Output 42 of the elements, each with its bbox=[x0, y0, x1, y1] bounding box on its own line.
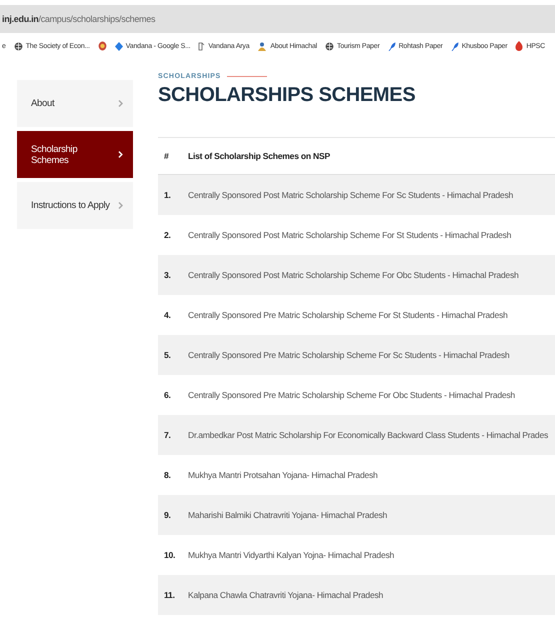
sidebar-item[interactable]: Scholarship Schemes bbox=[17, 131, 133, 178]
globe-icon bbox=[325, 42, 334, 50]
column-header: List of Scholarship Schemes on NSP bbox=[188, 151, 330, 161]
page-title: SCHOLARSHIPS SCHEMES bbox=[158, 84, 416, 107]
person-icon bbox=[257, 42, 268, 50]
row-number: 3. bbox=[163, 270, 172, 280]
row-number: 4. bbox=[163, 310, 172, 320]
scheme-link[interactable]: Centrally Sponsored Pre Matric Scholarship Scheme For Sc Students - Himachal Pradesh bbox=[188, 350, 510, 360]
scheme-link[interactable]: Centrally Sponsored Pre Matric Scholarship Scheme For Obc Students - Himachal Pradesh bbox=[188, 390, 515, 400]
row-number: 10. bbox=[163, 550, 176, 560]
flame-icon bbox=[515, 41, 524, 51]
scheme-link[interactable]: Mukhya Mantri Vidyarthi Kalyan Yojna- Himachal Pradesh bbox=[188, 550, 394, 560]
feather-icon bbox=[450, 42, 459, 50]
row-number: 7. bbox=[163, 430, 172, 440]
row-number: 6. bbox=[163, 390, 172, 400]
diamond-icon bbox=[114, 42, 123, 50]
scheme-link[interactable]: Centrally Sponsored Post Matric Scholarship Scheme For St Students - Himachal Pradesh bbox=[188, 230, 512, 240]
scheme-link[interactable]: Centrally Sponsored Post Matric Scholarship Scheme For Sc Students - Himachal Pradesh bbox=[188, 190, 514, 200]
scheme-link[interactable]: Dr.ambedkar Post Matric Scholarship For Economically Backward Class Students - Himachal Prades bbox=[188, 430, 548, 440]
scheme-link[interactable]: Kalpana Chawla Chatravriti Yojana- Himachal Pradesh bbox=[188, 590, 384, 600]
feather-icon bbox=[388, 42, 396, 50]
row-number: 11. bbox=[163, 590, 176, 600]
scheme-link[interactable]: Maharishi Balmiki Chatravriti Yojana- Himachal Pradesh bbox=[188, 510, 388, 520]
emblem-icon bbox=[98, 41, 107, 51]
row-number: 9. bbox=[163, 510, 172, 520]
chevron-right-icon bbox=[118, 151, 123, 158]
row-number: 2. bbox=[163, 230, 172, 240]
globe-icon bbox=[14, 42, 23, 50]
row-number: 5. bbox=[163, 350, 172, 360]
column-header: # bbox=[163, 151, 170, 161]
sidebar-item[interactable]: About bbox=[17, 80, 133, 127]
document-icon bbox=[198, 42, 206, 50]
row-number: 8. bbox=[163, 470, 172, 480]
scheme-link[interactable]: Mukhya Mantri Protsahan Yojana- Himachal Pradesh bbox=[188, 470, 378, 480]
chevron-right-icon bbox=[118, 100, 123, 107]
sidebar-item[interactable]: Instructions to Apply bbox=[17, 182, 133, 229]
scheme-link[interactable]: Centrally Sponsored Pre Matric Scholarship Scheme For St Students - Himachal Pradesh bbox=[188, 310, 508, 320]
scheme-link[interactable]: Centrally Sponsored Post Matric Scholarship Scheme For Obc Students - Himachal Pradesh bbox=[188, 270, 519, 280]
row-number: 1. bbox=[163, 190, 172, 200]
url-text: inj.edu.in/campus/scholarships/schemes bbox=[2, 14, 156, 24]
chevron-right-icon bbox=[118, 202, 123, 209]
address-bar[interactable]: inj.edu.in/campus/scholarships/schemes bbox=[0, 5, 555, 33]
